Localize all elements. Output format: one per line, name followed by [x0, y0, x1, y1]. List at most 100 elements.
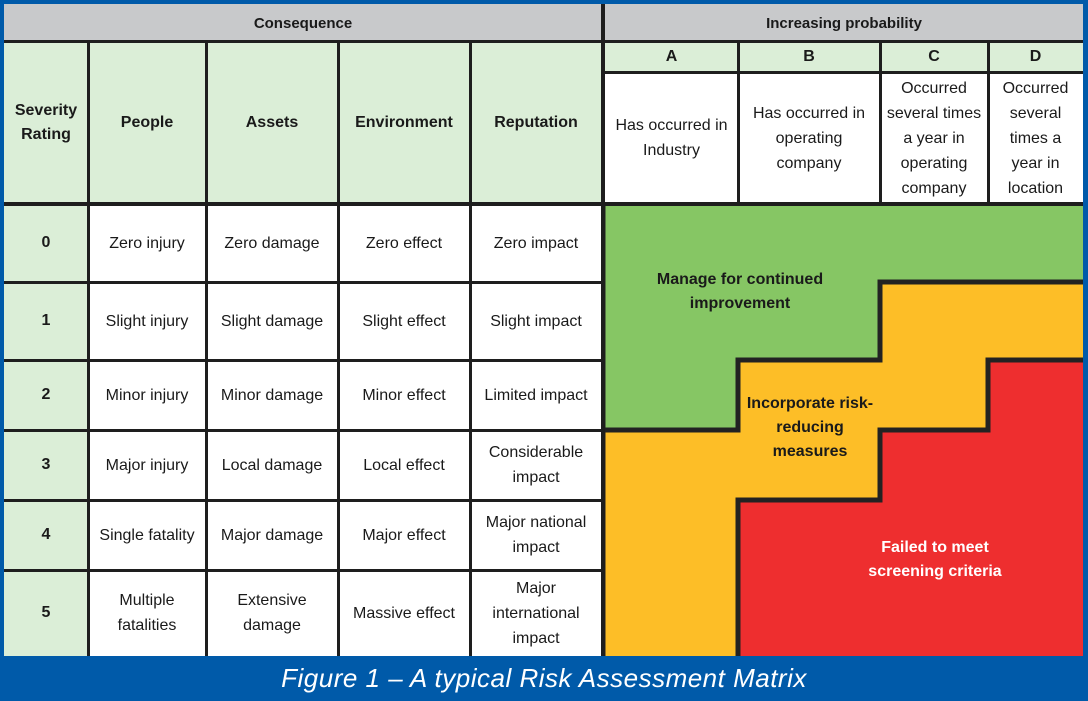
people-cell: Minor injury [88, 360, 206, 430]
probability-desc-b: Has occurred in operating company [738, 72, 880, 204]
people-cell-text: Single fatality [99, 526, 195, 544]
environment-cell: Massive effect [338, 570, 470, 656]
severity-rating-header-label: Severity Rating [14, 102, 78, 143]
probability-column-divider [879, 41, 882, 204]
column-divider [87, 41, 90, 656]
probability-desc-a-text: Has occurred in Industry [615, 117, 728, 159]
probability-desc-a: Has occurred in Industry [605, 72, 738, 204]
reputation-cell: Zero impact [470, 204, 602, 282]
severity-cell: 3 [4, 430, 88, 500]
reputation-cell: Limited impact [470, 360, 602, 430]
people-header-label: People [120, 114, 174, 131]
zone-low-label: Manage for continued improvement [656, 271, 824, 312]
assets-cell-text: Major damage [220, 526, 324, 544]
environment-cell-text: Local effect [363, 456, 445, 474]
assets-header: Assets [206, 42, 338, 204]
probability-letter-d: D [988, 42, 1083, 72]
assets-cell: Extensive damage [206, 570, 338, 656]
probability-desc-d: Occurred several times a year in locatio… [988, 72, 1083, 204]
probability-desc-b-text: Has occurred in operating company [752, 104, 866, 172]
reputation-cell-text: Zero impact [493, 234, 579, 252]
row-divider [4, 499, 602, 502]
column-divider [469, 41, 472, 656]
severity-cell-text: 2 [41, 386, 51, 403]
reputation-cell: Major international impact [470, 570, 602, 656]
people-cell-text: Minor injury [105, 386, 189, 404]
environment-cell-text: Slight effect [362, 312, 446, 330]
column-divider [205, 41, 208, 656]
row-divider [4, 359, 602, 362]
zone-medium-label: Incorporate risk-reducing measures [746, 395, 874, 460]
severity-cell: 1 [4, 282, 88, 360]
environment-header-label: Environment [355, 114, 453, 131]
probability-letter-b: B [738, 42, 880, 72]
zone-high-label: Failed to meet screening criteria [868, 539, 1002, 580]
reputation-cell-text: Major national impact [485, 514, 587, 556]
severity-cell-text: 1 [41, 312, 51, 329]
probability-header: Increasing probability [605, 4, 1083, 42]
reputation-cell-text: Limited impact [484, 386, 588, 404]
reputation-cell: Considerable impact [470, 430, 602, 500]
assets-cell-text: Extensive damage [237, 592, 307, 634]
row-divider [4, 281, 602, 284]
reputation-cell-text: Slight impact [490, 312, 582, 330]
assets-cell: Minor damage [206, 360, 338, 430]
people-cell-text: Zero injury [109, 234, 185, 252]
assets-header-label: Assets [245, 114, 299, 131]
probability-desc-d-text: Occurred several times a year in locatio… [1002, 79, 1069, 197]
environment-cell: Slight effect [338, 282, 470, 360]
environment-cell: Zero effect [338, 204, 470, 282]
people-header: People [88, 42, 206, 204]
assets-cell: Local damage [206, 430, 338, 500]
severity-cell-text: 5 [41, 604, 51, 621]
severity-cell-text: 3 [41, 456, 51, 473]
severity-cell: 0 [4, 204, 88, 282]
environment-cell: Local effect [338, 430, 470, 500]
environment-cell-text: Zero effect [365, 234, 443, 252]
assets-cell-text: Local damage [221, 456, 323, 474]
assets-cell: Zero damage [206, 204, 338, 282]
probability-desc-c-text: Occurred several times a year in operati… [886, 79, 982, 197]
probability-desc-c: Occurred several times a year in operati… [880, 72, 988, 204]
people-cell: Major injury [88, 430, 206, 500]
severity-cell: 4 [4, 500, 88, 570]
people-cell: Single fatality [88, 500, 206, 570]
environment-header: Environment [338, 42, 470, 204]
probability-column-divider [737, 41, 740, 204]
probability-column-divider [987, 41, 990, 204]
header-divider [4, 40, 1083, 43]
people-cell-text: Major injury [105, 456, 189, 474]
reputation-header-label: Reputation [494, 114, 578, 131]
severity-cell-text: 0 [41, 234, 51, 251]
people-cell: Slight injury [88, 282, 206, 360]
letter-divider [605, 71, 1083, 74]
reputation-header: Reputation [470, 42, 602, 204]
figure-caption: Figure 1 – A typical Risk Assessment Mat… [281, 663, 807, 693]
environment-cell-text: Massive effect [353, 604, 455, 622]
row-divider [4, 569, 602, 572]
people-cell-text: Slight injury [105, 312, 189, 330]
people-cell: Multiple fatalities [88, 570, 206, 656]
people-cell: Zero injury [88, 204, 206, 282]
assets-cell: Major damage [206, 500, 338, 570]
people-cell-text: Multiple fatalities [117, 592, 177, 634]
assets-cell-text: Minor damage [220, 386, 324, 404]
column-divider [337, 41, 340, 656]
reputation-cell-text: Major international impact [492, 579, 580, 647]
environment-cell-text: Minor effect [362, 386, 446, 404]
reputation-cell: Slight impact [470, 282, 602, 360]
assets-cell-text: Slight damage [220, 312, 324, 330]
header-bottom-divider [4, 202, 1083, 206]
row-divider [4, 429, 602, 432]
consequence-header: Consequence [4, 4, 602, 42]
severity-cell-text: 4 [41, 526, 51, 543]
environment-cell: Major effect [338, 500, 470, 570]
severity-cell: 5 [4, 570, 88, 656]
probability-letter-c: C [880, 42, 988, 72]
environment-cell-text: Major effect [362, 526, 446, 544]
reputation-cell-text: Considerable impact [488, 444, 584, 486]
assets-cell-text: Zero damage [224, 234, 320, 252]
assets-cell: Slight damage [206, 282, 338, 360]
section-divider [601, 4, 605, 656]
environment-cell: Minor effect [338, 360, 470, 430]
